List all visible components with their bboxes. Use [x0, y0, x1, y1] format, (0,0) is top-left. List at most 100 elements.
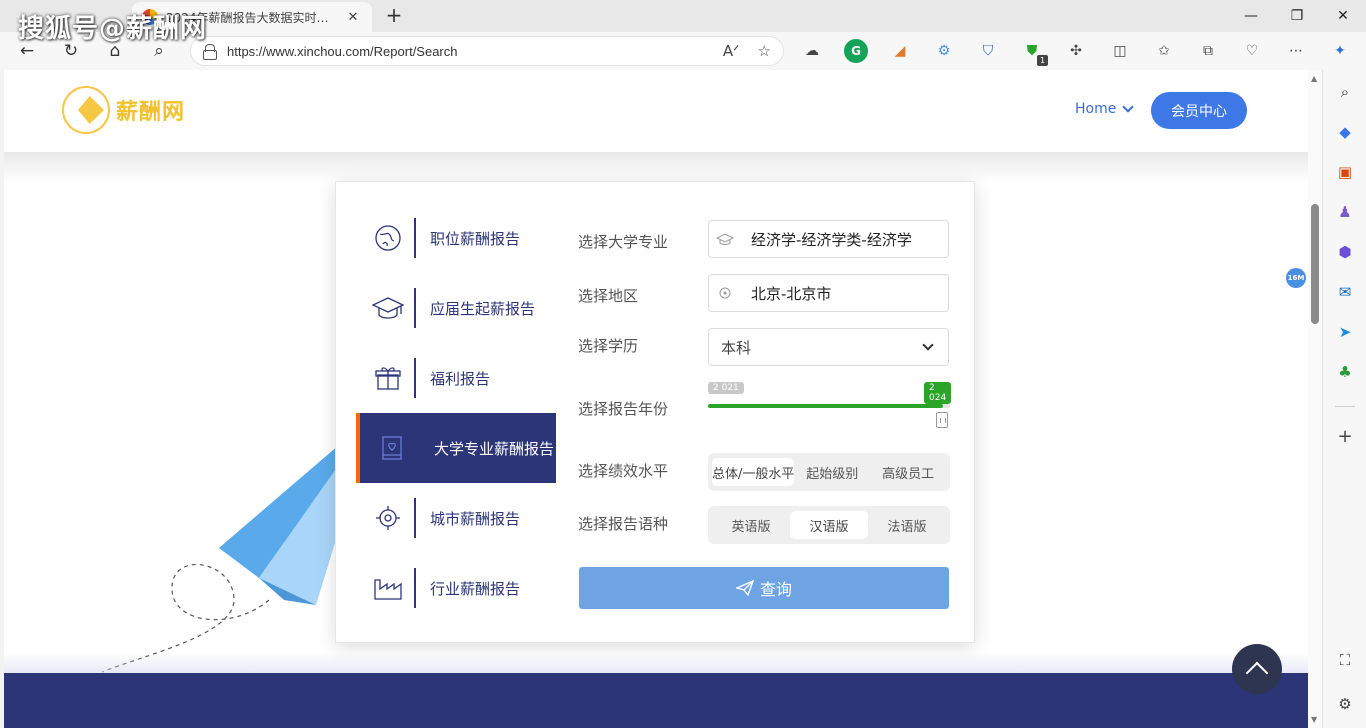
adblock-shield-icon[interactable]: ⛊ 1 — [1020, 39, 1048, 66]
extension-badge: 1 — [1037, 55, 1048, 66]
footer-band — [4, 673, 1308, 728]
sidebar-toolbox-icon[interactable]: ▣ — [1335, 162, 1355, 182]
gift-icon — [362, 343, 414, 413]
graduation-cap-small-icon — [709, 232, 741, 246]
sidebar-tree-icon[interactable]: ♣ — [1335, 362, 1355, 382]
performance-icon[interactable]: ♡ — [1240, 39, 1264, 63]
close-window-icon[interactable]: ✕ — [1320, 0, 1366, 32]
scroll-thumb[interactable] — [1311, 204, 1319, 324]
performance-option-overall[interactable]: 总体/一般水平 — [712, 458, 795, 486]
sidebar-outlook-icon[interactable]: ✉ — [1335, 282, 1355, 302]
menu-item-benefits[interactable]: 福利报告 — [356, 343, 556, 413]
location-target-icon — [362, 483, 414, 553]
sidebar-office-icon[interactable]: ⬢ — [1335, 242, 1355, 262]
menu-label-city-salary: 城市薪酬报告 — [430, 509, 521, 528]
graduation-cap-icon — [362, 273, 414, 343]
read-aloud-icon[interactable]: Aᐟ — [723, 42, 740, 60]
puzzle-extensions-icon[interactable]: ✣ — [1064, 39, 1088, 63]
language-option-english[interactable]: 英语版 — [712, 511, 790, 539]
education-select[interactable]: 本科 — [708, 328, 949, 366]
member-center-button[interactable]: 会员中心 — [1151, 92, 1247, 129]
copilot-icon[interactable]: ✦ — [1328, 39, 1352, 63]
extension-icons: ☁ G ◢ ⚙ ⛉ ⛊ 1 ✣ ◫ ✩ ⧉ ♡ ⋯ ✦ — [800, 39, 1366, 66]
region-label: 选择地区 — [578, 287, 639, 305]
page-viewport: 薪酬网 Home 会员中心 职位薪酬报告 应届生起薪报告 福利报告 大学专业薪酬… — [4, 70, 1322, 728]
floating-badge[interactable]: 16M — [1286, 268, 1306, 288]
performance-option-senior[interactable]: 高级员工 — [870, 458, 946, 486]
sidebar-add-icon[interactable]: + — [1335, 426, 1355, 447]
favorites-icon[interactable]: ✩ — [1152, 39, 1176, 63]
menu-divider — [414, 358, 416, 398]
chevron-up-icon — [1245, 661, 1269, 685]
sparrow-extension-icon[interactable]: ◢ — [888, 39, 912, 63]
footer-glow — [4, 653, 1308, 675]
tracking-icon[interactable]: ☁ — [800, 39, 824, 63]
menu-item-graduate-salary[interactable]: 应届生起薪报告 — [356, 273, 556, 343]
menu-item-industry-salary[interactable]: 行业薪酬报告 — [356, 553, 556, 623]
chevron-down-icon — [922, 339, 934, 351]
region-value: 北京-北京市 — [751, 284, 832, 303]
nav-home-dropdown[interactable]: Home — [1075, 101, 1135, 117]
globe-icon — [362, 203, 414, 273]
menu-label-university-major-salary: 大学专业薪酬报告 — [434, 439, 555, 458]
menu-label-benefits: 福利报告 — [430, 369, 491, 388]
grammarly-icon[interactable]: G — [844, 39, 868, 63]
query-button-label: 查询 — [759, 580, 792, 599]
language-option-chinese[interactable]: 汉语版 — [790, 511, 868, 539]
split-screen-icon[interactable]: ◫ — [1108, 39, 1132, 63]
menu-divider — [414, 288, 416, 328]
sidebar-games-icon[interactable]: ♟ — [1335, 202, 1355, 222]
location-pin-icon — [709, 286, 741, 300]
sidebar-tag-icon[interactable]: ◆ — [1335, 122, 1355, 142]
menu-divider — [414, 498, 416, 538]
menu-item-job-salary[interactable]: 职位薪酬报告 — [356, 203, 556, 273]
menu-divider — [414, 218, 416, 258]
gear-extension-icon[interactable]: ⚙ — [932, 39, 956, 63]
menu-divider — [414, 568, 416, 608]
nav-home-label: Home — [1075, 101, 1117, 117]
site-logo[interactable]: 薪酬网 — [62, 86, 185, 134]
sidebar-screenshot-icon[interactable]: ⛶ — [1335, 650, 1355, 670]
education-value: 本科 — [721, 338, 752, 357]
window-controls: — ❐ ✕ — [1228, 0, 1366, 32]
site-header: 薪酬网 Home 会员中心 — [4, 70, 1308, 152]
lock-icon[interactable] — [203, 44, 217, 60]
performance-option-entry[interactable]: 起始级别 — [794, 458, 870, 486]
browser-sidebar: ⌕ ◆ ▣ ♟ ⬢ ✉ ➤ ♣ + ⛶ ⚙ — [1322, 70, 1366, 728]
restore-icon[interactable]: ❐ — [1274, 0, 1320, 32]
region-field[interactable]: 北京-北京市 — [708, 274, 949, 312]
year-min-tag: 2 021 — [708, 382, 744, 394]
browser-tab-bar: 搜狐号@薪酬网 2024年薪酬报告大数据实时查询- ✕ + — ❐ ✕ — [0, 0, 1366, 44]
year-range-slider[interactable]: 2 021 2 024 — [708, 378, 952, 430]
minimize-icon[interactable]: — — [1228, 0, 1274, 32]
scroll-up-icon[interactable]: ▲ — [1311, 74, 1317, 83]
collections-icon[interactable]: ⧉ — [1196, 39, 1220, 63]
menu-label-job-salary: 职位薪酬报告 — [430, 229, 521, 248]
shield-icon[interactable]: ⛉ — [976, 39, 1000, 63]
query-button[interactable]: 查询 — [579, 567, 949, 609]
menu-item-university-major-salary[interactable]: 大学专业薪酬报告 — [356, 413, 556, 483]
slider-handle[interactable] — [936, 412, 948, 428]
sidebar-search-icon[interactable]: ⌕ — [1335, 82, 1355, 102]
major-field[interactable]: 经济学-经济学类-经济学 — [708, 220, 949, 258]
sidebar-settings-gear-icon[interactable]: ⚙ — [1335, 694, 1355, 714]
address-bar[interactable]: https://www.xinchou.com/Report/Search Aᐟ… — [190, 36, 784, 66]
header-shadow — [4, 152, 1308, 182]
language-option-french[interactable]: 法语版 — [868, 511, 946, 539]
chevron-down-icon — [1122, 101, 1135, 113]
sidebar-send-icon[interactable]: ➤ — [1335, 322, 1355, 342]
menu-item-city-salary[interactable]: 城市薪酬报告 — [356, 483, 556, 553]
back-to-top-button[interactable] — [1232, 644, 1282, 694]
year-max-tag: 2 024 — [924, 382, 952, 404]
new-tab-button[interactable]: + — [382, 4, 406, 28]
more-menu-icon[interactable]: ⋯ — [1284, 39, 1308, 63]
report-search-card: 职位薪酬报告 应届生起薪报告 福利报告 大学专业薪酬报告 城市薪酬报告 行业薪酬… — [335, 181, 975, 643]
favorite-star-icon[interactable]: ☆ — [758, 42, 771, 60]
scroll-down-icon[interactable]: ▼ — [1311, 715, 1317, 724]
page-scrollbar[interactable]: ▲ ▼ — [1308, 70, 1322, 728]
performance-label: 选择绩效水平 — [578, 462, 669, 480]
url-text[interactable]: https://www.xinchou.com/Report/Search — [227, 44, 705, 59]
menu-label-industry-salary: 行业薪酬报告 — [430, 579, 521, 598]
tab-close-icon[interactable]: ✕ — [344, 10, 362, 25]
major-value: 经济学-经济学类-经济学 — [751, 230, 912, 249]
